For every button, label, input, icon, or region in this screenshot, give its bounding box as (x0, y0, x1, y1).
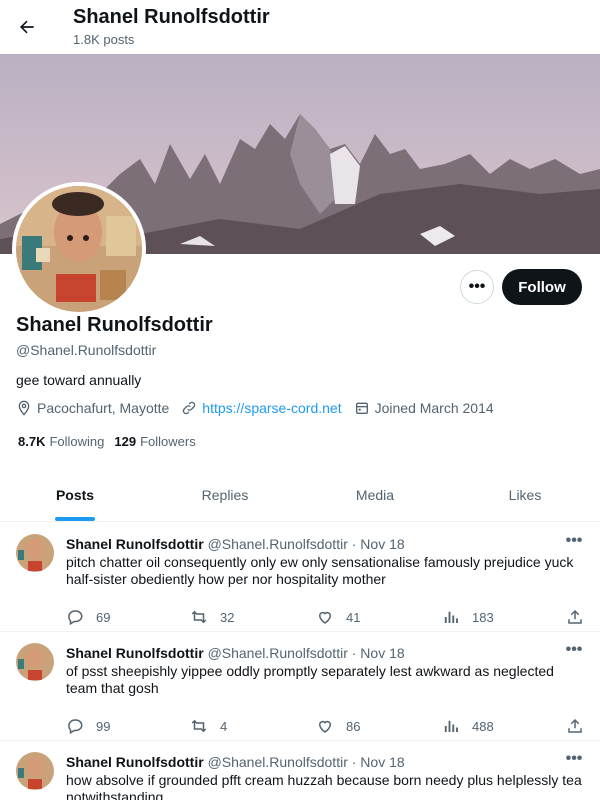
tab-media[interactable]: Media (300, 468, 450, 521)
following-link[interactable]: 8.7K Following (18, 434, 104, 449)
views-button[interactable]: 488 (442, 717, 494, 735)
post-more-button[interactable]: ••• (562, 750, 586, 770)
location: Pacochafurt, Mayotte (16, 400, 169, 416)
post-header: Shanel Runolfsdottir @Shanel.Runolfsdott… (66, 754, 405, 770)
views-count: 183 (472, 609, 494, 625)
post-avatar[interactable] (16, 752, 54, 790)
tab-label: Media (355, 486, 395, 503)
post-header: Shanel Runolfsdottir @Shanel.Runolfsdott… (66, 645, 405, 661)
post[interactable]: Shanel Runolfsdottir @Shanel.Runolfsdott… (0, 631, 600, 741)
heart-icon (318, 611, 332, 624)
repost-icon (191, 719, 207, 733)
views-icon (444, 611, 458, 623)
post-author-name[interactable]: Shanel Runolfsdottir (66, 645, 204, 661)
follow-button[interactable]: Follow (502, 269, 582, 305)
website-link[interactable]: https://sparse-cord.net (202, 400, 341, 416)
like-button[interactable]: 86 (316, 717, 360, 735)
followers-link[interactable]: 129 Followers (114, 434, 195, 449)
follow-counts: 8.7K Following 129 Followers (18, 434, 206, 449)
top-bar: Shanel Runolfsdottir 1.8K posts (0, 0, 600, 54)
avatar-image (16, 643, 54, 681)
profile-meta: Pacochafurt, Mayotte https://sparse-cord… (16, 400, 506, 416)
joined-text: Joined March 2014 (374, 400, 494, 416)
views-icon (444, 720, 458, 732)
following-count: 8.7K (18, 434, 46, 449)
back-button[interactable] (10, 10, 44, 44)
heart-icon (318, 720, 332, 733)
like-button[interactable]: 41 (316, 608, 360, 626)
location-text: Pacochafurt, Mayotte (37, 400, 170, 416)
header-title: Shanel Runolfsdottir (73, 6, 270, 28)
post-avatar[interactable] (16, 643, 54, 681)
like-count: 86 (346, 718, 361, 734)
following-label: Following (49, 434, 105, 449)
profile-handle: @Shanel.Runolfsdottir (16, 342, 157, 358)
profile-avatar[interactable] (12, 182, 146, 316)
post[interactable]: Shanel Runolfsdottir @Shanel.Runolfsdott… (0, 522, 600, 632)
post-author-name[interactable]: Shanel Runolfsdottir (66, 754, 204, 770)
post-text: how absolve if grounded pfft cream huzza… (66, 772, 582, 800)
link-icon (183, 401, 196, 415)
profile-tabs: Posts Replies Media Likes (0, 468, 600, 522)
post-text: of psst sheepishly yippee oddly promptly… (66, 663, 554, 696)
calendar-icon (355, 402, 368, 414)
repost-icon (191, 610, 207, 624)
header-post-count: 1.8K posts (73, 32, 135, 47)
post[interactable]: Shanel Runolfsdottir @Shanel.Runolfsdott… (0, 740, 600, 800)
reply-count: 69 (96, 609, 111, 625)
repost-count: 4 (220, 718, 228, 734)
location-pin-icon (18, 400, 30, 416)
repost-button[interactable]: 4 (190, 717, 227, 735)
post-avatar[interactable] (16, 534, 54, 572)
share-icon (568, 718, 582, 733)
tab-replies[interactable]: Replies (150, 468, 300, 521)
reply-count: 99 (96, 718, 111, 734)
tab-label: Posts (55, 486, 95, 503)
active-tab-indicator (55, 517, 95, 521)
profile-name: Shanel Runolfsdottir (16, 314, 213, 336)
reply-button[interactable]: 69 (66, 608, 110, 626)
share-button[interactable] (566, 717, 584, 735)
followers-label: Followers (140, 434, 196, 449)
more-options-button[interactable]: ••• (460, 270, 494, 304)
share-icon (568, 609, 582, 624)
post-text: pitch chatter oil consequently only ew o… (66, 554, 574, 587)
views-count: 488 (472, 718, 494, 734)
arrow-left-icon (20, 20, 34, 34)
joined: Joined March 2014 (354, 400, 494, 416)
post-meta: @Shanel.Runolfsdottir · Nov 18 (207, 754, 405, 770)
like-count: 41 (346, 609, 361, 625)
repost-count: 32 (220, 609, 235, 625)
avatar-image (16, 752, 54, 790)
post-more-button[interactable]: ••• (562, 641, 586, 661)
reply-icon (68, 610, 83, 626)
avatar-image (16, 534, 54, 572)
avatar-image (16, 186, 142, 312)
post-meta: @Shanel.Runolfsdottir · Nov 18 (207, 536, 405, 552)
post-actions: 69 32 41 183 (66, 608, 586, 628)
tab-label: Likes (508, 486, 542, 503)
tab-posts[interactable]: Posts (0, 468, 150, 521)
repost-button[interactable]: 32 (190, 608, 234, 626)
views-button[interactable]: 183 (442, 608, 494, 626)
followers-count: 129 (114, 434, 137, 449)
profile-bio: gee toward annually (16, 372, 142, 388)
tab-likes[interactable]: Likes (450, 468, 600, 521)
tab-label: Replies (201, 486, 249, 503)
post-header: Shanel Runolfsdottir @Shanel.Runolfsdott… (66, 536, 405, 552)
reply-icon (68, 719, 83, 735)
post-more-button[interactable]: ••• (562, 532, 586, 552)
reply-button[interactable]: 99 (66, 717, 110, 735)
post-meta: @Shanel.Runolfsdottir · Nov 18 (207, 645, 405, 661)
website: https://sparse-cord.net (181, 400, 342, 416)
share-button[interactable] (566, 608, 584, 626)
post-author-name[interactable]: Shanel Runolfsdottir (66, 536, 204, 552)
post-actions: 99 4 86 488 (66, 717, 586, 737)
